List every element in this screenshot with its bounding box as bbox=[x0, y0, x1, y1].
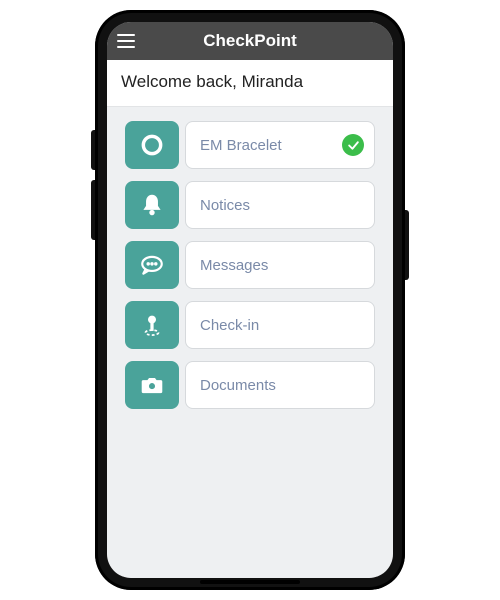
menu-item-text: Messages bbox=[200, 257, 268, 274]
pin-icon bbox=[125, 301, 179, 349]
menu-item-label: Check-in bbox=[185, 301, 375, 349]
circle-icon bbox=[125, 121, 179, 169]
phone-frame: CheckPoint Welcome back, Miranda EM Brac… bbox=[95, 10, 405, 590]
check-icon bbox=[347, 139, 360, 152]
phone-side-button bbox=[405, 210, 409, 280]
menu-item-em-bracelet[interactable]: EM Bracelet bbox=[125, 121, 375, 169]
phone-side-button bbox=[91, 180, 95, 240]
menu-item-text: EM Bracelet bbox=[200, 137, 282, 154]
menu-item-label: EM Bracelet bbox=[185, 121, 375, 169]
menu-item-notices[interactable]: Notices bbox=[125, 181, 375, 229]
menu-item-label: Messages bbox=[185, 241, 375, 289]
welcome-text: Welcome back, Miranda bbox=[107, 60, 393, 107]
menu-item-text: Notices bbox=[200, 197, 250, 214]
menu-item-messages[interactable]: Messages bbox=[125, 241, 375, 289]
menu-item-text: Documents bbox=[200, 377, 276, 394]
status-ok-badge bbox=[342, 134, 364, 156]
menu-button[interactable] bbox=[107, 22, 145, 60]
phone-side-button bbox=[91, 130, 95, 170]
chat-icon bbox=[125, 241, 179, 289]
menu-item-check-in[interactable]: Check-in bbox=[125, 301, 375, 349]
hamburger-icon bbox=[117, 40, 135, 43]
camera-icon bbox=[125, 361, 179, 409]
menu-item-label: Documents bbox=[185, 361, 375, 409]
menu-list: EM Bracelet Notices bbox=[107, 107, 393, 423]
app-title: CheckPoint bbox=[107, 31, 393, 51]
menu-item-label: Notices bbox=[185, 181, 375, 229]
menu-item-documents[interactable]: Documents bbox=[125, 361, 375, 409]
app-header: CheckPoint bbox=[107, 22, 393, 60]
menu-item-text: Check-in bbox=[200, 317, 259, 334]
bell-icon bbox=[125, 181, 179, 229]
screen: CheckPoint Welcome back, Miranda EM Brac… bbox=[107, 22, 393, 578]
home-indicator bbox=[200, 580, 300, 584]
